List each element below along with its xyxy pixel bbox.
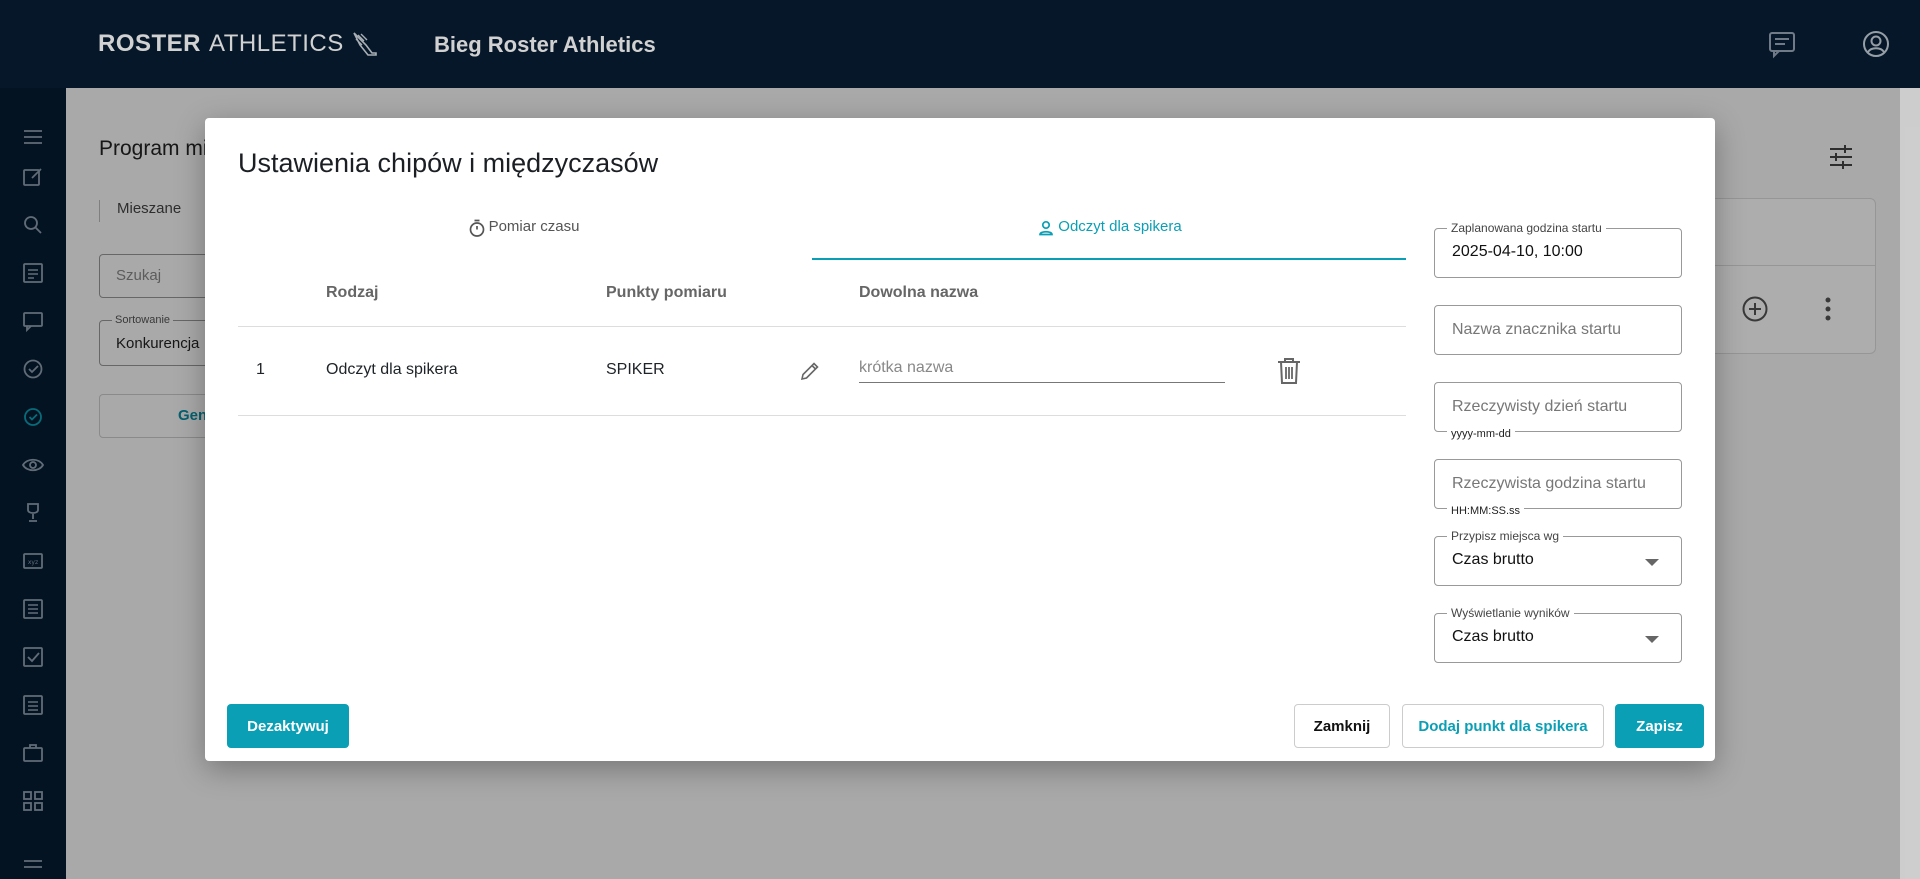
actual-start-day-field[interactable]: Rzeczywisty dzień startu yyyy-mm-dd [1434,382,1682,440]
date-format-hint: yyyy-mm-dd [1447,428,1515,440]
results-display-select[interactable]: Wyświetlanie wyników Czas brutto [1434,606,1682,663]
pencil-icon[interactable] [798,359,822,383]
table-row: 1 Odczyt dla spikera SPIKER [238,327,1406,416]
assign-places-select[interactable]: Przypisz miejsca wg Czas brutto [1434,529,1682,586]
planned-start-label: Zaplanowana godzina startu [1447,221,1606,235]
chevron-down-icon [1645,559,1659,566]
table-header: Rodzaj Punkty pomiaru Dowolna nazwa [238,260,1406,327]
column-header-points: Punkty pomiaru [606,284,727,301]
page-scrollbar[interactable] [1900,88,1920,879]
tab-timing[interactable]: Pomiar czasu [238,206,808,260]
trash-icon[interactable] [1274,355,1304,387]
short-name-input[interactable] [859,347,1225,383]
tab-speaker-label: Odczyt dla spikera [1058,218,1182,235]
person-icon [1039,220,1054,236]
dialog-tabs: Pomiar czasu Odczyt dla spikera [238,206,1406,260]
column-header-type: Rodzaj [326,284,379,301]
row-index: 1 [256,361,265,378]
planned-start-value: 2025-04-10, 10:00 [1452,243,1583,260]
deactivate-button[interactable]: Dezaktywuj [227,704,349,748]
modal-backdrop-top [0,0,1920,88]
chip-settings-dialog: Ustawienia chipów i międzyczasów Pomiar … [205,118,1715,761]
assign-places-label: Przypisz miejsca wg [1447,529,1564,543]
dialog-title: Ustawienia chipów i międzyczasów [238,148,659,178]
chevron-down-icon [1645,636,1659,643]
actual-start-day-placeholder: Rzeczywisty dzień startu [1452,398,1628,415]
tab-timing-label: Pomiar czasu [488,218,580,235]
start-tag-name-field[interactable]: Nazwa znacznika startu [1434,305,1682,355]
planned-start-time-field[interactable]: Zaplanowana godzina startu 2025-04-10, 1… [1434,221,1682,278]
results-display-label: Wyświetlanie wyników [1447,606,1574,620]
actual-start-time-placeholder: Rzeczywista godzina startu [1452,475,1646,492]
time-format-hint: HH:MM:SS.ss [1447,505,1525,517]
add-speaker-point-button[interactable]: Dodaj punkt dla spikera [1402,704,1604,748]
save-button[interactable]: Zapisz [1615,704,1704,748]
assign-places-value: Czas brutto [1452,551,1534,568]
tab-speaker-reading[interactable]: Odczyt dla spikera [812,206,1406,260]
close-button[interactable]: Zamknij [1294,704,1390,748]
row-type: Odczyt dla spikera [326,361,458,378]
row-points: SPIKER [606,361,665,378]
stopwatch-icon [469,219,484,237]
column-header-name: Dowolna nazwa [859,284,979,301]
split-points-table: Rodzaj Punkty pomiaru Dowolna nazwa 1 Od… [238,260,1406,416]
actual-start-time-field[interactable]: Rzeczywista godzina startu HH:MM:SS.ss [1434,459,1682,517]
start-tag-name-placeholder: Nazwa znacznika startu [1452,321,1621,338]
results-display-value: Czas brutto [1452,628,1534,645]
